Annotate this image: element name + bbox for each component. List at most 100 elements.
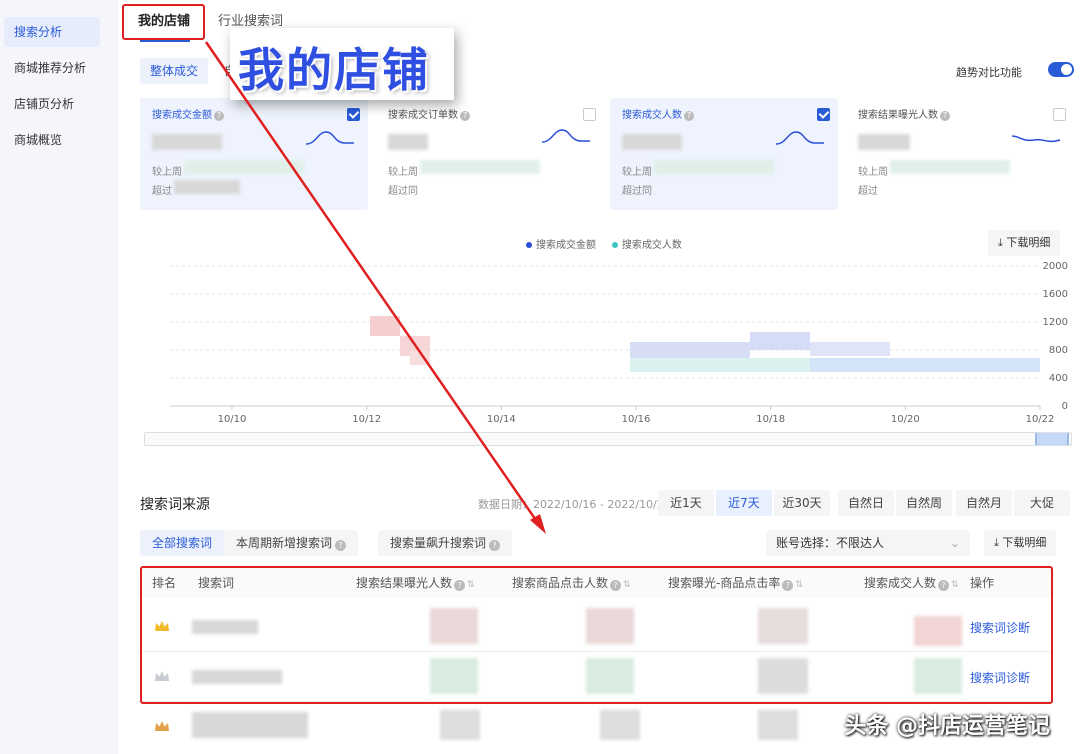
tab-industry-keywords[interactable]: 行业搜索词 <box>218 10 283 29</box>
date-range: 数据日期：2022/10/16 - 2022/10/22 <box>478 498 671 511</box>
sparkline <box>1011 135 1061 143</box>
kw-tab-rising[interactable]: 搜索量飙升搜索词? <box>378 530 513 556</box>
metric-card-checkbox[interactable] <box>583 108 596 121</box>
metric-card-exceed: 超过 <box>858 186 878 197</box>
blurred-value <box>174 180 240 194</box>
blurred-value <box>388 134 428 150</box>
sidebar-item-search-analysis[interactable]: 搜索分析 <box>4 17 100 47</box>
kw-tab-new[interactable]: 本周期新增搜索词? <box>224 530 359 556</box>
blurred-value <box>152 134 222 150</box>
blurred-keyword <box>192 712 308 738</box>
blurred-value <box>654 160 774 174</box>
sparkline <box>775 131 824 145</box>
download-detail-button[interactable]: ⤓ 下载明细 <box>988 230 1061 256</box>
blurred-value <box>622 134 682 150</box>
legend-item-gmv[interactable]: 搜索成交金额 <box>526 240 596 251</box>
x-tick-label: 10/10 <box>218 414 247 425</box>
annotation-callout: 我的店铺 <box>230 28 454 100</box>
metric-card-compare: 较上周 <box>858 167 888 178</box>
legend-item-buyers[interactable]: 搜索成交人数 <box>611 240 682 251</box>
metric-card-compare: 较上周 <box>152 167 182 178</box>
blurred-value <box>890 160 1010 174</box>
bronze-crown-icon <box>155 721 169 731</box>
period-option[interactable]: 自然周 <box>896 490 952 516</box>
metric-card-title: 搜索成交金额? <box>152 106 224 121</box>
slider-handle[interactable] <box>1035 433 1069 445</box>
x-tick-label: 10/14 <box>487 414 516 425</box>
period-option[interactable]: 近1天 <box>658 490 714 516</box>
sidebar: 搜索分析 商城推荐分析 店铺页分析 商城概览 <box>0 0 118 754</box>
metric-card-title: 搜索成交订单数? <box>388 106 470 121</box>
x-tick-label: 10/22 <box>1026 414 1055 425</box>
metric-card-compare: 较上周 <box>622 167 652 178</box>
chevron-down-icon: ⌄ <box>949 536 960 550</box>
y-tick-label: 1600 <box>1043 289 1068 300</box>
sparkline <box>541 129 590 143</box>
blurred-value <box>600 710 640 740</box>
metric-card-checkbox[interactable] <box>347 108 360 121</box>
metric-card-buyers[interactable]: 搜索成交人数? 较上周 超过同 <box>610 98 838 210</box>
obscured-series-segment <box>410 351 430 365</box>
annotation-box-tab <box>122 4 205 40</box>
trend-compare-toggle[interactable] <box>1048 62 1074 77</box>
metric-card-title: 搜索成交人数? <box>622 106 694 121</box>
obscured-series-segment <box>630 358 810 372</box>
help-icon[interactable]: ? <box>489 540 501 551</box>
y-tick-label: 1200 <box>1043 317 1068 328</box>
period-option[interactable]: 自然日 <box>838 490 894 516</box>
y-tick-label: 2000 <box>1043 261 1068 272</box>
help-icon[interactable]: ? <box>684 111 694 121</box>
period-option[interactable]: 近7天 <box>716 490 772 516</box>
metric-card-compare: 较上周 <box>388 167 418 178</box>
section-title: 搜索词来源 <box>140 497 210 513</box>
chart-range-slider[interactable] <box>144 432 1072 446</box>
metric-card-orders[interactable]: 搜索成交订单数? 较上周 超过同 <box>376 98 604 210</box>
trend-compare-label: 趋势对比功能 <box>956 66 1022 79</box>
obscured-series-segment <box>750 332 810 350</box>
kw-tab-all[interactable]: 全部搜索词 <box>140 530 225 556</box>
obscured-series-segment <box>370 316 400 336</box>
x-tick-label: 10/20 <box>891 414 920 425</box>
period-option[interactable]: 自然月 <box>956 490 1012 516</box>
metric-card-checkbox[interactable] <box>1053 108 1066 121</box>
tab-active-indicator <box>140 40 190 42</box>
x-tick-label: 10/18 <box>756 414 785 425</box>
period-option[interactable]: 大促 <box>1014 490 1070 516</box>
metric-card-exceed: 超过 <box>152 186 172 197</box>
period-option[interactable]: 近30天 <box>774 490 830 516</box>
main-content: 我的店铺 行业搜索词 整体成交 自 趋势对比功能 搜索成交金额? 较上周 超过 … <box>118 0 1080 754</box>
sparkline <box>305 131 354 145</box>
metric-card-gmv[interactable]: 搜索成交金额? 较上周 超过 <box>140 98 368 210</box>
chart-legend: 搜索成交金额 搜索成交人数 <box>526 236 682 251</box>
y-tick-label: 400 <box>1049 373 1068 384</box>
help-icon[interactable]: ? <box>214 111 224 121</box>
metric-card-checkbox[interactable] <box>817 108 830 121</box>
blurred-value <box>440 710 480 740</box>
help-icon[interactable]: ? <box>335 540 347 551</box>
blurred-value <box>758 710 798 740</box>
y-tick-label: 0 <box>1062 401 1068 412</box>
annotation-box-table <box>140 566 1053 704</box>
sidebar-item-mall-recommend[interactable]: 商城推荐分析 <box>4 53 100 83</box>
download-detail-button-2[interactable]: ⤓ 下载明细 <box>984 530 1057 556</box>
y-tick-label: 800 <box>1049 345 1068 356</box>
watermark: 头条 @抖店运营笔记 <box>844 714 1050 739</box>
help-icon[interactable]: ? <box>940 111 950 121</box>
account-select[interactable]: 账号选择：不限达人 ⌄ <box>766 530 970 556</box>
x-tick-label: 10/16 <box>622 414 651 425</box>
obscured-series-segment <box>630 342 750 358</box>
metric-card-title: 搜索结果曝光人数? <box>858 106 950 121</box>
blurred-value <box>420 160 540 174</box>
sidebar-item-mall-overview[interactable]: 商城概览 <box>4 125 100 155</box>
trend-chart: 2000 1600 1200 800 400 0 10/10 10/12 10/14 10/16 1… <box>170 261 1068 425</box>
obscured-series-segment <box>810 342 890 356</box>
metric-card-exceed: 超过同 <box>622 186 652 197</box>
help-icon[interactable]: ? <box>460 111 470 121</box>
x-tick-label: 10/12 <box>352 414 381 425</box>
metric-card-exceed: 超过同 <box>388 186 418 197</box>
metric-card-exposure[interactable]: 搜索结果曝光人数? 较上周 超过 <box>846 98 1074 210</box>
obscured-series-segment <box>810 358 1040 372</box>
subtab-overall[interactable]: 整体成交 <box>140 58 209 84</box>
sidebar-item-shop-page[interactable]: 店铺页分析 <box>4 89 100 119</box>
blurred-value <box>184 160 304 174</box>
